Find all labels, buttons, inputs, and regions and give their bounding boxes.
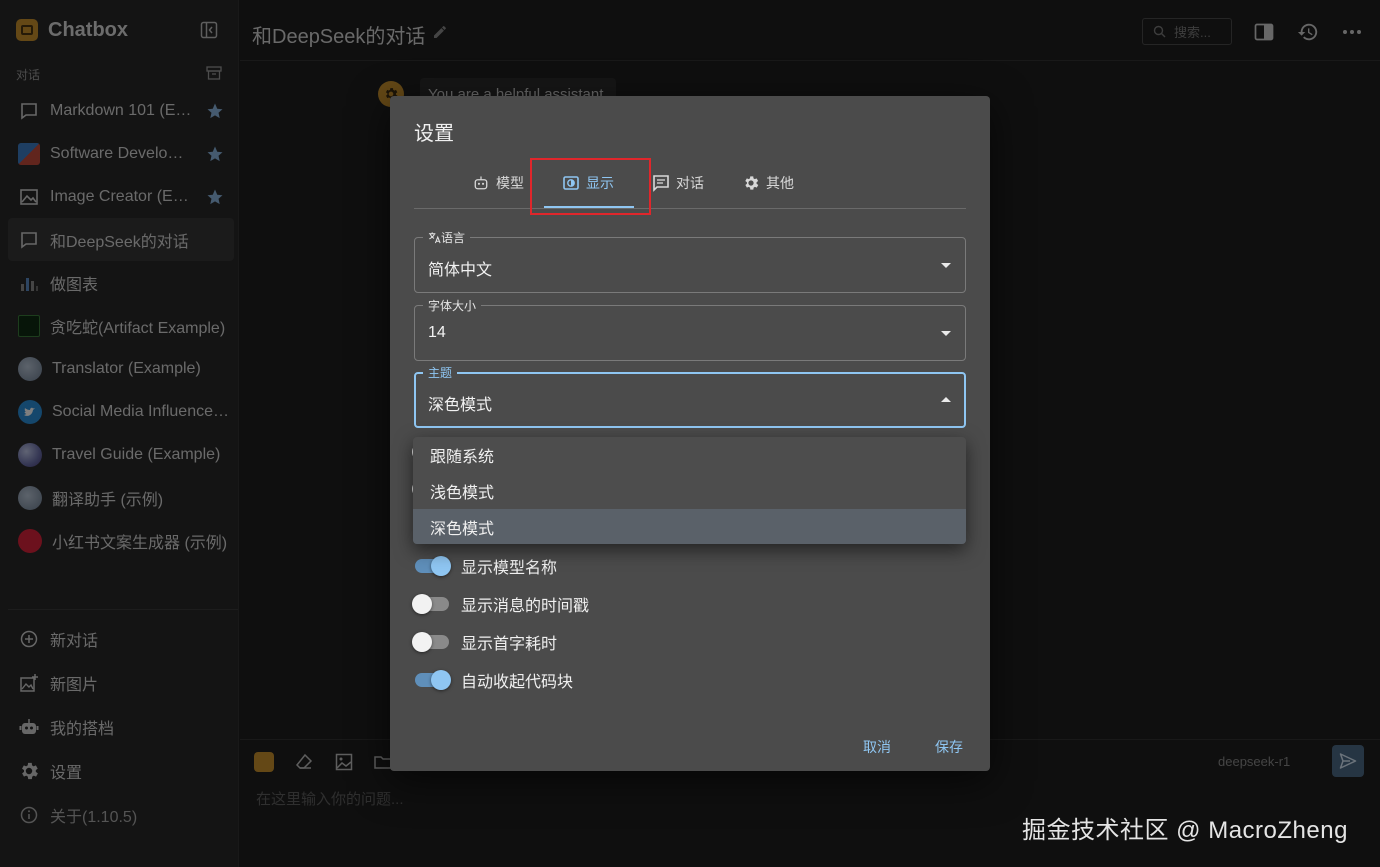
- gear-icon: [745, 176, 759, 190]
- theme-label: 主题: [428, 366, 453, 380]
- tab-other[interactable]: 其他: [742, 158, 794, 208]
- font-size-label: 字体大小: [428, 299, 477, 313]
- robot-icon: [474, 176, 488, 190]
- tab-chat[interactable]: 对话: [652, 158, 704, 208]
- settings-tabs: 模型 显示 对话 其他: [414, 158, 966, 209]
- switch-label: 显示消息的时间戳: [461, 598, 590, 615]
- theme-legend: 主题: [423, 364, 458, 381]
- theme-value: 深色模式: [428, 397, 493, 414]
- font-size-legend: 字体大小: [423, 297, 482, 314]
- dropdown-arrow-icon: [941, 331, 951, 336]
- language-value: 简体中文: [428, 262, 493, 279]
- show-model-name-row[interactable]: 显示模型名称: [412, 551, 557, 581]
- tab-model[interactable]: 模型: [472, 158, 524, 208]
- show-first-token-time-row[interactable]: 显示首字耗时: [412, 627, 557, 657]
- language-label: 语言: [441, 231, 466, 245]
- theme-select[interactable]: 主题 深色模式: [414, 364, 966, 428]
- show-first-token-time-switch[interactable]: [412, 632, 450, 652]
- language-select[interactable]: 语言 简体中文: [414, 229, 966, 293]
- show-model-name-switch[interactable]: [412, 556, 451, 576]
- show-timestamp-switch[interactable]: [412, 594, 450, 614]
- theme-options-menu: 跟随系统 浅色模式 深色模式: [413, 437, 966, 544]
- theme-option-light[interactable]: 浅色模式: [413, 473, 966, 509]
- tab-label: 其他: [766, 175, 794, 191]
- switch-label: 自动收起代码块: [461, 674, 574, 691]
- theme-option-system[interactable]: 跟随系统: [413, 437, 966, 473]
- dropdown-arrow-up-icon: [941, 397, 951, 402]
- auto-collapse-code-switch[interactable]: [412, 670, 451, 690]
- language-legend: 语言: [423, 229, 471, 246]
- tab-label: 模型: [496, 175, 524, 191]
- save-button[interactable]: 保存: [935, 737, 963, 757]
- theme-option-dark[interactable]: 深色模式: [413, 509, 966, 544]
- show-timestamp-row[interactable]: 显示消息的时间戳: [412, 589, 589, 619]
- annotation-highlight-box: [530, 158, 651, 215]
- chat-icon: [653, 175, 669, 192]
- tab-label: 对话: [676, 175, 704, 191]
- dialog-title: 设置: [414, 123, 454, 145]
- font-size-value: 14: [428, 324, 446, 341]
- cancel-button[interactable]: 取消: [863, 737, 891, 757]
- switch-label: 显示模型名称: [461, 560, 558, 577]
- auto-collapse-code-row[interactable]: 自动收起代码块: [412, 665, 573, 695]
- dropdown-arrow-icon: [941, 263, 951, 268]
- watermark-text: 掘金技术社区 @ MacroZheng: [1022, 817, 1348, 844]
- font-size-select[interactable]: 字体大小 14: [414, 297, 966, 361]
- translate-icon: [428, 232, 441, 244]
- switch-label: 显示首字耗时: [461, 636, 558, 653]
